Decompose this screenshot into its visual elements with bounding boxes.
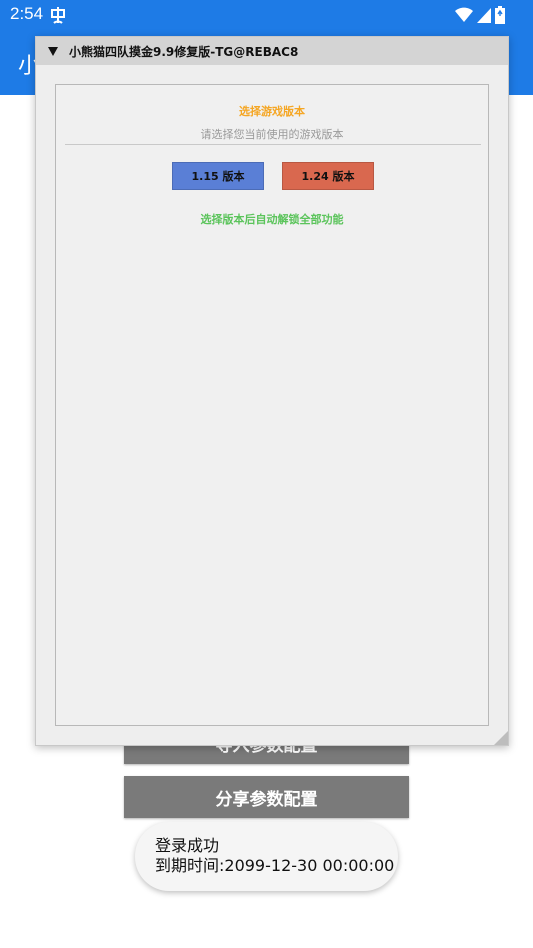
- status-bar: 2:54: [0, 0, 533, 30]
- signal-icon: [477, 8, 491, 23]
- floating-window-titlebar[interactable]: 小熊猫四队摸金9.9修复版-TG@REBAC8: [36, 37, 508, 65]
- wifi-icon: [455, 7, 473, 22]
- divider: [65, 144, 481, 145]
- version-select-panel: 选择游戏版本 请选择您当前使用的游戏版本 1.15 版本 1.24 版本 选择版…: [55, 84, 489, 726]
- panel-hint: 选择版本后自动解锁全部功能: [200, 213, 344, 226]
- status-time: 2:54: [10, 4, 44, 23]
- floating-window-title: 小熊猫四队摸金9.9修复版-TG@REBAC8: [69, 44, 299, 59]
- floating-window: 小熊猫四队摸金9.9修复版-TG@REBAC8 选择游戏版本 请选择您当前使用的…: [35, 36, 509, 746]
- share-config-button[interactable]: 分享参数配置: [124, 776, 409, 818]
- panel-heading: 选择游戏版本: [239, 105, 305, 118]
- collapse-triangle-icon[interactable]: [47, 45, 59, 57]
- toast-line-2: 到期时间:2099-12-30 00:00:00: [155, 856, 395, 875]
- login-toast: 登录成功 到期时间:2099-12-30 00:00:00: [135, 822, 398, 891]
- panel-subheading: 请选择您当前使用的游戏版本: [200, 128, 344, 141]
- version-124-button[interactable]: 1.24 版本: [282, 162, 374, 190]
- notification-icon: [51, 7, 65, 24]
- battery-icon: [495, 6, 505, 24]
- status-icons: [455, 6, 505, 24]
- toast-line-1: 登录成功: [155, 836, 220, 855]
- version-115-button[interactable]: 1.15 版本: [172, 162, 264, 190]
- resize-handle-icon[interactable]: [494, 731, 508, 745]
